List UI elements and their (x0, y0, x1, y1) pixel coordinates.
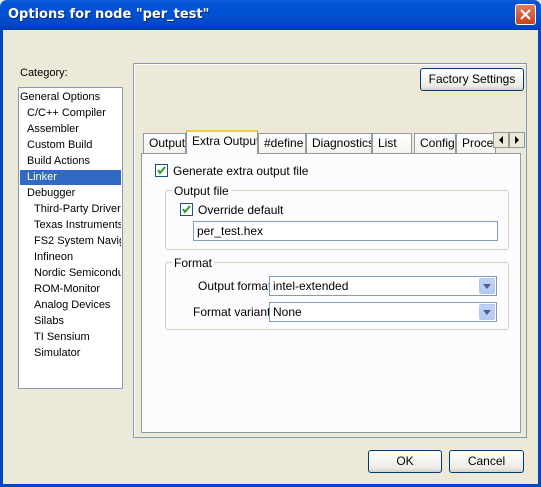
category-item-ti-sensium[interactable]: TI Sensium (20, 330, 121, 345)
category-item-nordic-semiconductor[interactable]: Nordic Semiconduc (20, 266, 121, 281)
category-item-fs2-system-navigator[interactable]: FS2 System Navig (20, 234, 121, 249)
close-icon (520, 9, 531, 20)
category-label: Category: (20, 67, 68, 79)
override-default-checkbox[interactable] (180, 203, 193, 216)
category-item-general-options[interactable]: General Options (20, 90, 121, 105)
category-item-assembler[interactable]: Assembler (20, 122, 121, 137)
ok-button[interactable]: OK (368, 450, 442, 473)
tab-scroll-right-button[interactable] (509, 132, 525, 148)
category-item-build-actions[interactable]: Build Actions (20, 154, 121, 169)
window-title: Options for node "per_test" (8, 7, 210, 22)
format-variant-value: None (273, 305, 302, 319)
tab-output[interactable]: Output (143, 133, 186, 153)
category-item-infineon[interactable]: Infineon (20, 250, 121, 265)
output-file-group (165, 190, 509, 250)
chevron-down-icon (483, 310, 491, 315)
arrow-left-icon (499, 136, 503, 144)
category-item-debugger[interactable]: Debugger (20, 186, 121, 201)
output-format-label: Output format: (198, 279, 275, 293)
category-item-custom-build[interactable]: Custom Build (20, 138, 121, 153)
format-variant-dropdown-button[interactable] (479, 304, 495, 320)
output-format-value: intel-extended (273, 279, 349, 293)
close-button[interactable] (515, 4, 536, 25)
tab-diagnostics[interactable]: Diagnostics (306, 133, 372, 153)
checkmark-icon (182, 205, 191, 214)
override-default-label: Override default (198, 203, 284, 217)
category-item-simulator[interactable]: Simulator (20, 346, 121, 361)
format-variant-select[interactable]: None (269, 302, 497, 322)
factory-settings-button[interactable]: Factory Settings (420, 68, 524, 91)
tab-config[interactable]: Config (414, 133, 456, 153)
output-format-select[interactable]: intel-extended (269, 276, 497, 296)
format-variant-label: Format variant: (193, 305, 274, 319)
checkmark-icon (157, 166, 166, 175)
category-item-analog-devices[interactable]: Analog Devices (20, 298, 121, 313)
generate-extra-output-label: Generate extra output file (173, 164, 309, 178)
tab-list[interactable]: List (372, 133, 412, 153)
category-item-silabs[interactable]: Silabs (20, 314, 121, 329)
tab-extra-output[interactable]: Extra Output (186, 130, 258, 154)
cancel-button[interactable]: Cancel (449, 450, 524, 473)
title-bar: Options for node "per_test" (0, 0, 541, 30)
output-filename-input[interactable]: per_test.hex (193, 221, 498, 241)
category-item-texas-instruments[interactable]: Texas Instruments (20, 218, 121, 233)
tab-scroll-left-button[interactable] (493, 132, 509, 148)
category-item-cpp-compiler[interactable]: C/C++ Compiler (20, 106, 121, 121)
category-list[interactable]: General Options C/C++ Compiler Assembler… (18, 87, 123, 389)
tab-processor[interactable]: Proce (456, 133, 496, 153)
output-file-group-title: Output file (172, 184, 231, 198)
format-group-title: Format (172, 256, 215, 270)
category-item-third-party-driver[interactable]: Third-Party Driver (20, 202, 121, 217)
tab-define[interactable]: #define (258, 133, 306, 153)
chevron-down-icon (483, 284, 491, 289)
generate-extra-output-checkbox[interactable] (155, 164, 168, 177)
category-item-linker[interactable]: Linker (20, 170, 121, 185)
category-item-rom-monitor[interactable]: ROM-Monitor (20, 282, 121, 297)
arrow-right-icon (515, 136, 519, 144)
output-format-dropdown-button[interactable] (479, 278, 495, 294)
